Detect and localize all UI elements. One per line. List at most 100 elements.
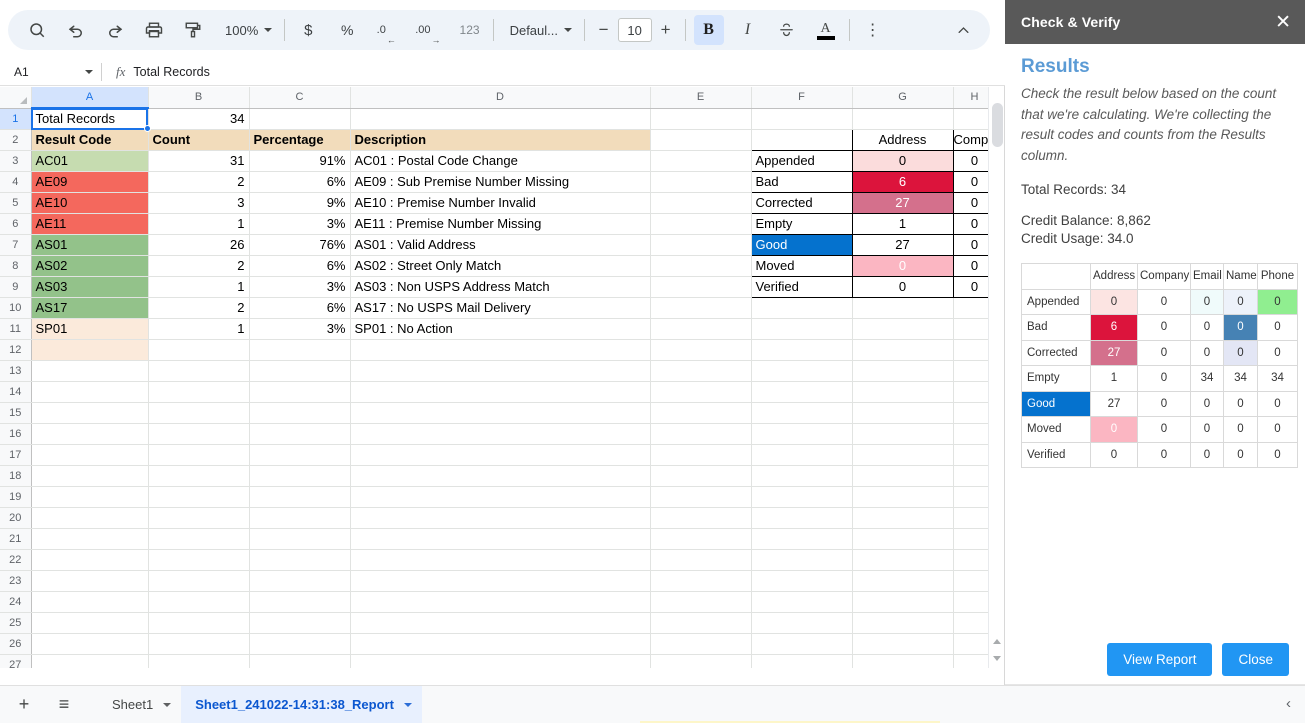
cell-B1[interactable]: 34 [148,108,250,130]
cell-F23[interactable] [751,570,853,592]
cell-G4[interactable]: 6 [851,170,954,193]
vertical-scrollbar[interactable] [988,87,1004,668]
cell-G17[interactable] [852,444,954,466]
cell-E21[interactable] [650,528,752,550]
cell-F15[interactable] [751,402,853,424]
cell-C20[interactable] [249,507,351,529]
cell-C5[interactable]: 9% [249,192,351,214]
cell-A13[interactable] [31,360,149,382]
row-header-8[interactable]: 8 [0,255,32,277]
cell-C26[interactable] [249,633,351,655]
cell-C24[interactable] [249,591,351,613]
zoom-level-dropdown[interactable]: 100% [217,15,276,45]
cell-A1[interactable]: Total Records [31,108,149,130]
cell-B15[interactable] [148,402,250,424]
cell-C8[interactable]: 6% [249,255,351,277]
scroll-down-arrow-icon[interactable] [989,650,1005,666]
cell-B24[interactable] [148,591,250,613]
cell-B25[interactable] [148,612,250,634]
cell-B20[interactable] [148,507,250,529]
cell-C22[interactable] [249,549,351,571]
paint-format-icon[interactable] [178,15,208,45]
cell-F7[interactable]: Good [750,233,853,256]
cell-E17[interactable] [650,444,752,466]
row-header-3[interactable]: 3 [0,150,32,172]
cell-F16[interactable] [751,423,853,445]
cell-E1[interactable] [650,108,752,130]
view-report-button[interactable]: View Report [1107,643,1213,676]
cell-E14[interactable] [650,381,752,403]
cell-A22[interactable] [31,549,149,571]
cell-G11[interactable] [852,318,954,340]
row-header-9[interactable]: 9 [0,276,32,298]
cell-B8[interactable]: 2 [148,255,250,277]
cell-F1[interactable] [751,108,853,130]
row-header-17[interactable]: 17 [0,444,32,466]
chevron-down-icon-tab2[interactable] [403,702,412,707]
cell-D21[interactable] [350,528,651,550]
cell-B12[interactable] [148,339,250,361]
cell-G12[interactable] [852,339,954,361]
column-header-B[interactable]: B [148,87,250,109]
cell-C12[interactable] [249,339,351,361]
cell-C13[interactable] [249,360,351,382]
cell-A9[interactable]: AS03 [31,276,149,298]
cell-A12[interactable] [31,339,149,361]
cell-A18[interactable] [31,465,149,487]
cell-D12[interactable] [350,339,651,361]
cell-F18[interactable] [751,465,853,487]
cell-C11[interactable]: 3% [249,318,351,340]
number-format-button[interactable]: 123 [455,15,485,45]
column-header-F[interactable]: F [751,87,853,109]
column-header-E[interactable]: E [650,87,752,109]
cell-B27[interactable] [148,654,250,668]
cell-E11[interactable] [650,318,752,340]
cell-B2[interactable]: Count [148,129,250,151]
cell-A26[interactable] [31,633,149,655]
cell-D17[interactable] [350,444,651,466]
cell-E15[interactable] [650,402,752,424]
row-header-16[interactable]: 16 [0,423,32,445]
cell-B17[interactable] [148,444,250,466]
cell-B7[interactable]: 26 [148,234,250,256]
cell-F10[interactable] [751,297,853,319]
cell-D8[interactable]: AS02 : Street Only Match [350,255,651,277]
cell-C15[interactable] [249,402,351,424]
sheet-tab-sheet1[interactable]: Sheet1 [98,686,181,723]
row-header-18[interactable]: 18 [0,465,32,487]
chevron-left-icon[interactable]: ‹ [1286,695,1291,712]
cell-E25[interactable] [650,612,752,634]
cell-E9[interactable] [650,276,752,298]
cell-E22[interactable] [650,549,752,571]
cell-B10[interactable]: 2 [148,297,250,319]
cell-A21[interactable] [31,528,149,550]
cell-G2[interactable]: Address [851,128,954,151]
cell-G24[interactable] [852,591,954,613]
cell-A5[interactable]: AE10 [31,192,149,214]
search-icon[interactable] [22,15,52,45]
cell-E6[interactable] [650,213,752,235]
cell-D1[interactable] [350,108,651,130]
cell-A4[interactable]: AE09 [31,171,149,193]
cell-C1[interactable] [249,108,351,130]
cell-C10[interactable]: 6% [249,297,351,319]
strikethrough-icon[interactable] [772,15,802,45]
cell-D6[interactable]: AE11 : Premise Number Missing [350,213,651,235]
cell-F14[interactable] [751,381,853,403]
fill-handle[interactable] [144,125,151,132]
cell-C4[interactable]: 6% [249,171,351,193]
cell-G5[interactable]: 27 [851,191,954,214]
cell-D23[interactable] [350,570,651,592]
cell-G23[interactable] [852,570,954,592]
cell-A3[interactable]: AC01 [31,150,149,172]
cell-A16[interactable] [31,423,149,445]
cell-D10[interactable]: AS17 : No USPS Mail Delivery [350,297,651,319]
cell-G21[interactable] [852,528,954,550]
bold-button[interactable]: B [693,15,724,45]
cell-A23[interactable] [31,570,149,592]
cell-E7[interactable] [650,234,752,256]
cell-G19[interactable] [852,486,954,508]
column-header-G[interactable]: G [852,87,954,109]
cell-G6[interactable]: 1 [851,212,954,235]
cell-C14[interactable] [249,381,351,403]
